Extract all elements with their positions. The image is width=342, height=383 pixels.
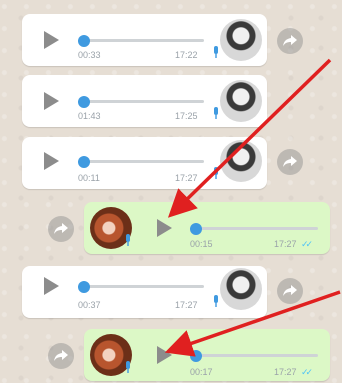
timestamp: 17:27 <box>175 173 198 183</box>
mic-icon <box>214 295 218 307</box>
voice-message-bubble: 00:11 17:27 <box>22 137 267 189</box>
duration-text: 00:37 <box>78 300 101 310</box>
progress-knob[interactable] <box>190 350 202 362</box>
mic-icon <box>214 46 218 58</box>
progress-track[interactable] <box>194 354 318 357</box>
mic-icon <box>214 107 218 119</box>
voice-message-bubble: 01:43 17:25 <box>22 75 267 127</box>
avatar[interactable] <box>220 80 262 122</box>
duration-text: 00:15 <box>190 239 213 249</box>
timestamp: 17:22 <box>175 50 198 60</box>
voice-message-bubble: 00:15 17:27 ✓✓ <box>84 202 330 254</box>
forward-icon[interactable] <box>277 149 303 175</box>
progress-knob[interactable] <box>78 35 90 47</box>
forward-icon[interactable] <box>48 343 74 369</box>
progress-track[interactable] <box>82 285 204 288</box>
avatar[interactable] <box>220 140 262 182</box>
progress-knob[interactable] <box>78 281 90 293</box>
forward-icon[interactable] <box>277 278 303 304</box>
forward-icon[interactable] <box>48 216 74 242</box>
voice-message-bubble: 00:33 17:22 <box>22 14 267 66</box>
progress-knob[interactable] <box>190 223 202 235</box>
mic-icon <box>214 167 218 179</box>
play-icon[interactable] <box>44 152 59 170</box>
play-icon[interactable] <box>44 277 59 295</box>
read-ticks-icon: ✓✓ <box>301 367 313 377</box>
progress-track[interactable] <box>82 39 204 42</box>
play-icon[interactable] <box>44 31 59 49</box>
mic-icon <box>126 234 130 246</box>
voice-message-bubble: 00:17 17:27 ✓✓ <box>84 329 330 381</box>
mic-icon <box>126 361 130 373</box>
progress-knob[interactable] <box>78 96 90 108</box>
progress-knob[interactable] <box>78 156 90 168</box>
avatar[interactable] <box>220 268 262 310</box>
duration-text: 00:17 <box>190 367 213 377</box>
play-icon[interactable] <box>157 219 172 237</box>
duration-text: 00:33 <box>78 50 101 60</box>
duration-text: 00:11 <box>78 173 100 183</box>
progress-track[interactable] <box>82 160 204 163</box>
timestamp: 17:27 <box>175 300 198 310</box>
read-ticks-icon: ✓✓ <box>301 239 313 249</box>
progress-track[interactable] <box>194 227 318 230</box>
play-icon[interactable] <box>44 92 59 110</box>
progress-track[interactable] <box>82 100 204 103</box>
timestamp: 17:27 <box>274 239 297 249</box>
timestamp: 17:27 <box>274 367 297 377</box>
timestamp: 17:25 <box>175 111 198 121</box>
duration-text: 01:43 <box>78 111 101 121</box>
forward-icon[interactable] <box>277 28 303 54</box>
voice-message-bubble: 00:37 17:27 <box>22 266 267 318</box>
avatar[interactable] <box>220 19 262 61</box>
play-icon[interactable] <box>157 346 172 364</box>
